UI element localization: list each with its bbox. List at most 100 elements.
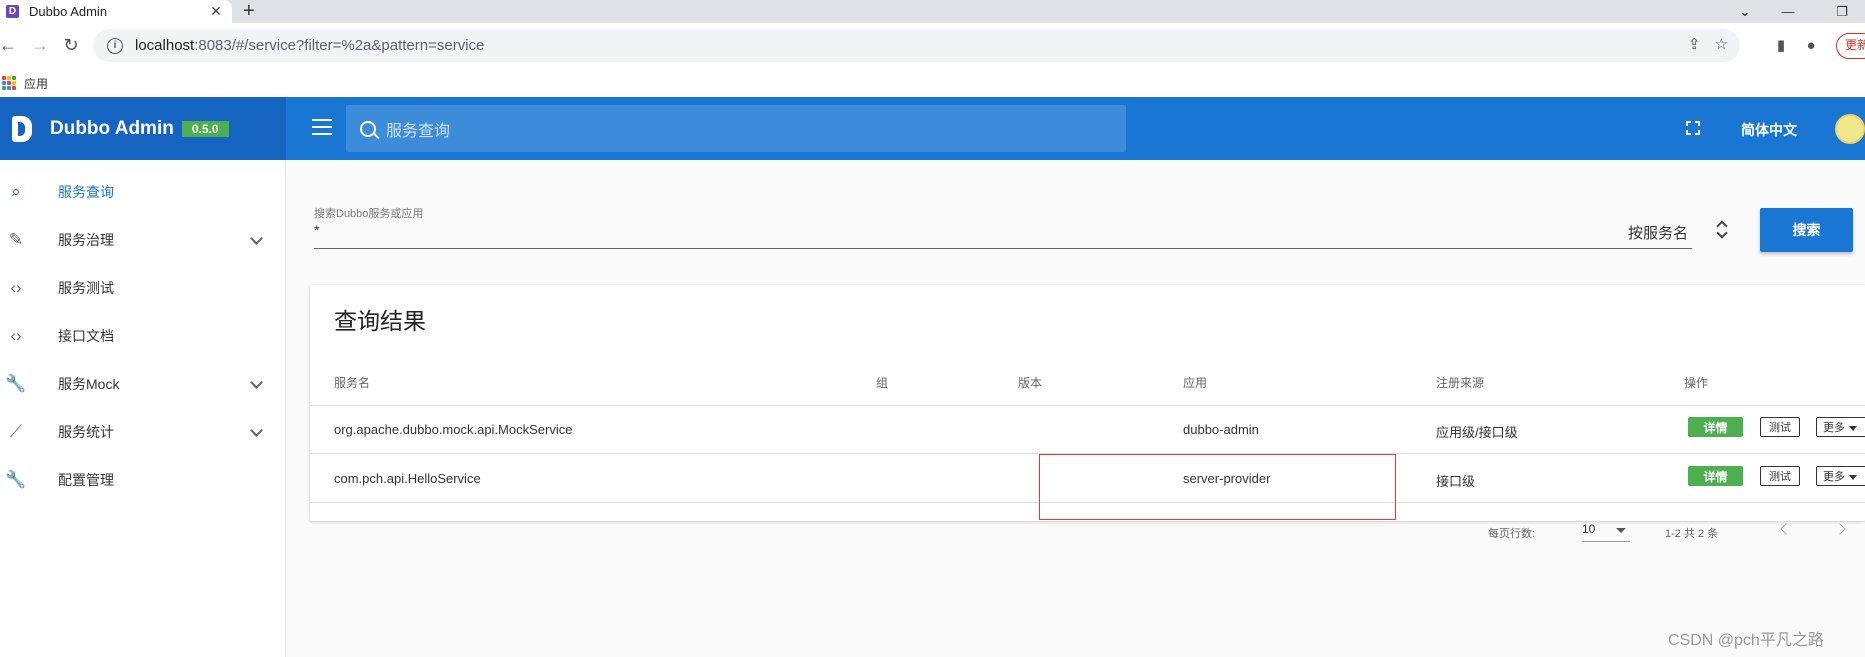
row-divider <box>310 405 1865 406</box>
row-2-test-button[interactable]: 测试 <box>1760 466 1800 486</box>
sidebar-item-label: 服务统计 <box>58 424 114 440</box>
language-switch[interactable]: 简体中文 <box>1741 120 1797 140</box>
update-button[interactable]: 更新 <box>1836 33 1865 59</box>
next-page-icon[interactable] <box>1832 517 1856 541</box>
chevron-down-icon <box>250 234 262 246</box>
header-search-input[interactable]: 服务查询 <box>346 105 1126 152</box>
restore-icon[interactable]: ❐ <box>1822 0 1862 23</box>
search-type-select[interactable]: 按服务名 <box>1628 222 1688 243</box>
main-content: 搜索Dubbo服务或应用 * 按服务名 搜索 查询结果 服务名 组 版本 应用 … <box>287 160 1865 657</box>
caret-down-icon <box>1616 528 1626 533</box>
sidebar-item-api-docs[interactable]: ‹› 接口文档 <box>0 312 286 360</box>
url-path: :8083/#/service?filter=%2a&pattern=servi… <box>194 37 485 54</box>
sidebar: ⌕ 服务查询 ✎ 服务治理 ‹› 服务测试 ‹› 接口文档 🔧 服务Mock ⟋… <box>0 160 286 657</box>
rows-per-page-select[interactable]: 10 <box>1582 522 1630 542</box>
row-2-detail-button[interactable]: 详情 <box>1688 466 1743 486</box>
row-1-source: 应用级/接口级 <box>1436 425 1518 440</box>
back-icon[interactable]: ← <box>0 31 22 59</box>
pagination-range: 1-2 共 2 条 <box>1665 528 1719 540</box>
bookmark-star-icon[interactable]: ☆ <box>1715 35 1728 53</box>
site-info-icon[interactable]: i <box>107 37 123 54</box>
column-header-actions: 操作 <box>1684 376 1709 390</box>
fullscreen-icon[interactable] <box>1685 120 1701 136</box>
browser-tab[interactable]: D Dubbo Admin ✕ <box>0 0 232 23</box>
chevron-down-icon <box>250 426 262 438</box>
sidebar-item-label: 服务Mock <box>58 376 120 392</box>
header-search-placeholder: 服务查询 <box>386 122 451 140</box>
sidebar-item-service-governance[interactable]: ✎ 服务治理 <box>0 216 286 264</box>
more-label: 更多 <box>1823 422 1845 434</box>
sidebar-item-config-management[interactable]: 🔧 配置管理 <box>0 456 286 504</box>
avatar[interactable] <box>1835 114 1865 144</box>
app-header: Dubbo Admin 0.5.0 服务查询 简体中文 <box>0 97 1865 160</box>
new-tab-icon[interactable]: + <box>243 1 255 21</box>
profile-icon[interactable]: ● <box>1800 35 1822 57</box>
more-label: 更多 <box>1823 471 1845 483</box>
dubbo-favicon-icon: D <box>6 5 19 18</box>
sidebar-item-label: 服务查询 <box>58 184 114 200</box>
sidebar-item-label: 接口文档 <box>58 328 114 344</box>
menu-icon[interactable] <box>312 119 332 135</box>
row-2-more-button[interactable]: 更多 <box>1816 466 1865 486</box>
row-2-source: 接口级 <box>1436 474 1476 489</box>
version-badge: 0.5.0 <box>181 120 229 137</box>
search-icon: ⌕ <box>11 182 21 201</box>
code-icon: ‹› <box>10 278 22 297</box>
sidebar-item-label: 服务治理 <box>58 232 114 248</box>
tab-title: Dubbo Admin <box>29 4 108 19</box>
sidebar-item-label: 服务测试 <box>58 280 114 296</box>
wrench-icon: 🔧 <box>5 470 27 489</box>
column-header-group[interactable]: 组 <box>876 374 888 391</box>
address-bar[interactable]: i localhost:8083/#/service?filter=%2a&pa… <box>93 29 1740 62</box>
code-icon: ‹› <box>10 326 22 345</box>
row-2-service: com.pch.api.HelloService <box>334 471 481 486</box>
share-icon[interactable]: ⇪ <box>1688 35 1701 53</box>
sidebar-item-service-test[interactable]: ‹› 服务测试 <box>0 264 286 312</box>
search-button[interactable]: 搜索 <box>1760 208 1853 252</box>
brand-name: Dubbo Admin <box>50 117 174 139</box>
rows-per-page-label: 每页行数: <box>1488 528 1536 540</box>
row-1-app: dubbo-admin <box>1183 422 1259 437</box>
caret-down-icon <box>1849 474 1857 480</box>
pencil-icon: ✎ <box>8 230 24 249</box>
side-panel-icon[interactable]: ▮ <box>1770 35 1792 57</box>
bookmarks-bar: 应用 <box>0 69 1865 97</box>
search-underline <box>314 248 1692 249</box>
row-1-test-button[interactable]: 测试 <box>1760 417 1800 437</box>
rows-per-page-value: 10 <box>1582 522 1596 536</box>
prev-page-icon[interactable] <box>1774 517 1798 541</box>
sidebar-item-service-stats[interactable]: ⟋ 服务统计 <box>0 408 286 456</box>
sidebar-item-service-query[interactable]: ⌕ 服务查询 <box>0 168 286 216</box>
sidebar-item-label: 配置管理 <box>58 472 114 488</box>
minimize-icon[interactable]: — <box>1768 0 1808 23</box>
reload-icon[interactable]: ↻ <box>57 31 85 59</box>
search-field-label: 搜索Dubbo服务或应用 <box>314 208 424 220</box>
forward-icon[interactable]: → <box>26 31 54 59</box>
row-1-detail-button[interactable]: 详情 <box>1688 417 1743 437</box>
browser-tab-strip: D Dubbo Admin ✕ + ⌄ — ❐ <box>0 0 1865 23</box>
watermark: CSDN @pch平凡之路 <box>1668 632 1824 649</box>
apps-bookmark[interactable]: 应用 <box>24 75 48 92</box>
sidebar-item-service-mock[interactable]: 🔧 服务Mock <box>0 360 286 408</box>
wrench-icon: 🔧 <box>5 374 27 393</box>
close-tab-icon[interactable]: ✕ <box>206 3 226 20</box>
browser-toolbar: ← → ↻ i localhost:8083/#/service?filter=… <box>0 23 1865 69</box>
dubbo-logo-icon <box>12 115 32 142</box>
row-1-more-button[interactable]: 更多 <box>1816 417 1865 437</box>
results-title: 查询结果 <box>334 308 426 334</box>
column-header-app[interactable]: 应用 <box>1183 374 1207 391</box>
unfold-icon[interactable] <box>1715 218 1729 240</box>
column-header-version[interactable]: 版本 <box>1018 374 1042 391</box>
apps-grid-icon[interactable] <box>2 76 16 90</box>
row-1-service: org.apache.dubbo.mock.api.MockService <box>334 422 573 437</box>
trending-icon: ⟋ <box>10 422 22 441</box>
column-header-service[interactable]: 服务名 <box>334 374 370 391</box>
caret-down-icon <box>1849 425 1857 431</box>
chevron-down-icon <box>250 378 262 390</box>
column-header-source[interactable]: 注册来源 <box>1436 374 1484 391</box>
annotation-highlight-box <box>1039 454 1396 520</box>
brand[interactable]: Dubbo Admin 0.5.0 <box>0 97 286 160</box>
url-host: localhost <box>135 37 195 54</box>
search-input[interactable]: * <box>314 222 319 238</box>
tab-search-chevron-icon[interactable]: ⌄ <box>1725 0 1765 23</box>
